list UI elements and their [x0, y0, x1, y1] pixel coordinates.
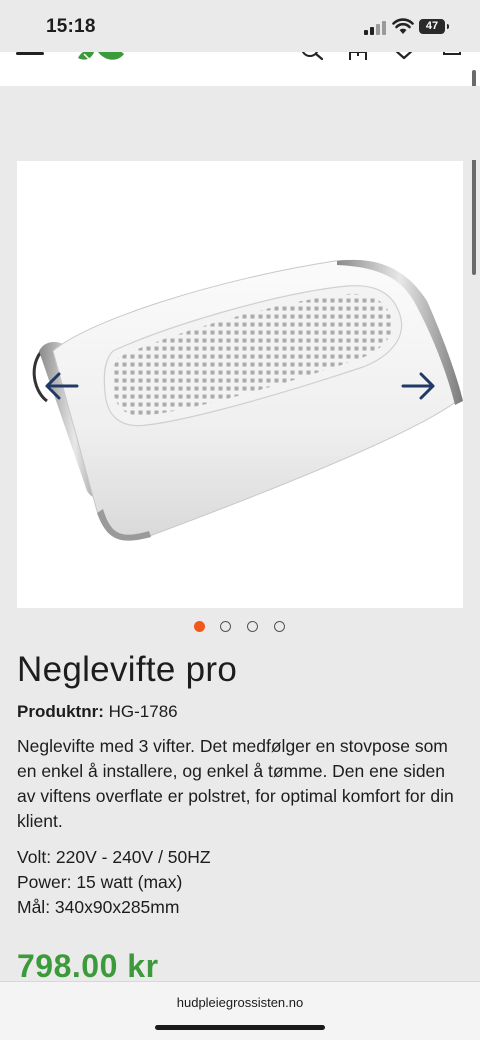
cart-icon[interactable] [440, 52, 464, 60]
product-specs: Volt: 220V - 240V / 50HZ Power: 15 watt … [17, 845, 211, 920]
gallery-dot-2[interactable] [220, 621, 231, 632]
search-icon[interactable] [300, 52, 324, 60]
product-image [32, 259, 463, 541]
product-image-gallery[interactable] [17, 161, 463, 608]
sku-value: HG-1786 [108, 702, 178, 721]
product-sku: Produktnr: HG-1786 [17, 702, 178, 722]
battery-tip [447, 24, 449, 29]
gallery-pagination [192, 621, 292, 637]
status-time: 15:18 [46, 16, 96, 37]
sku-label: Produktnr: [17, 702, 104, 721]
product-title: Neglevifte pro [17, 650, 238, 689]
gallery-spacer [0, 86, 480, 160]
site-logo[interactable] [72, 52, 136, 68]
user-account-icon[interactable] [346, 52, 370, 60]
spec-dimensions: Mål: 340x90x285mm [17, 897, 180, 917]
gallery-next-arrow-icon[interactable] [399, 366, 439, 406]
gallery-dot-4[interactable] [274, 621, 285, 632]
gallery-prev-arrow-icon[interactable] [41, 366, 81, 406]
site-header [0, 52, 480, 86]
wishlist-heart-icon[interactable] [392, 52, 416, 60]
browser-address-bar[interactable]: hudpleiegrossisten.no [0, 981, 480, 1040]
cellular-signal-icon [364, 21, 386, 35]
gallery-dot-1[interactable] [194, 621, 205, 632]
spec-voltage: Volt: 220V - 240V / 50HZ [17, 847, 211, 867]
wifi-icon [392, 18, 414, 34]
home-indicator[interactable] [155, 1025, 325, 1030]
gallery-dot-3[interactable] [247, 621, 258, 632]
status-bar: 15:18 47 [0, 0, 480, 52]
spec-power: Power: 15 watt (max) [17, 872, 183, 892]
url-text[interactable]: hudpleiegrossisten.no [0, 995, 480, 1010]
hamburger-menu-icon[interactable] [16, 52, 46, 58]
battery-icon: 47 [419, 19, 445, 34]
product-price: 798.00 kr [17, 948, 159, 984]
product-description: Neglevifte med 3 vifter. Det medfølger e… [17, 736, 454, 831]
